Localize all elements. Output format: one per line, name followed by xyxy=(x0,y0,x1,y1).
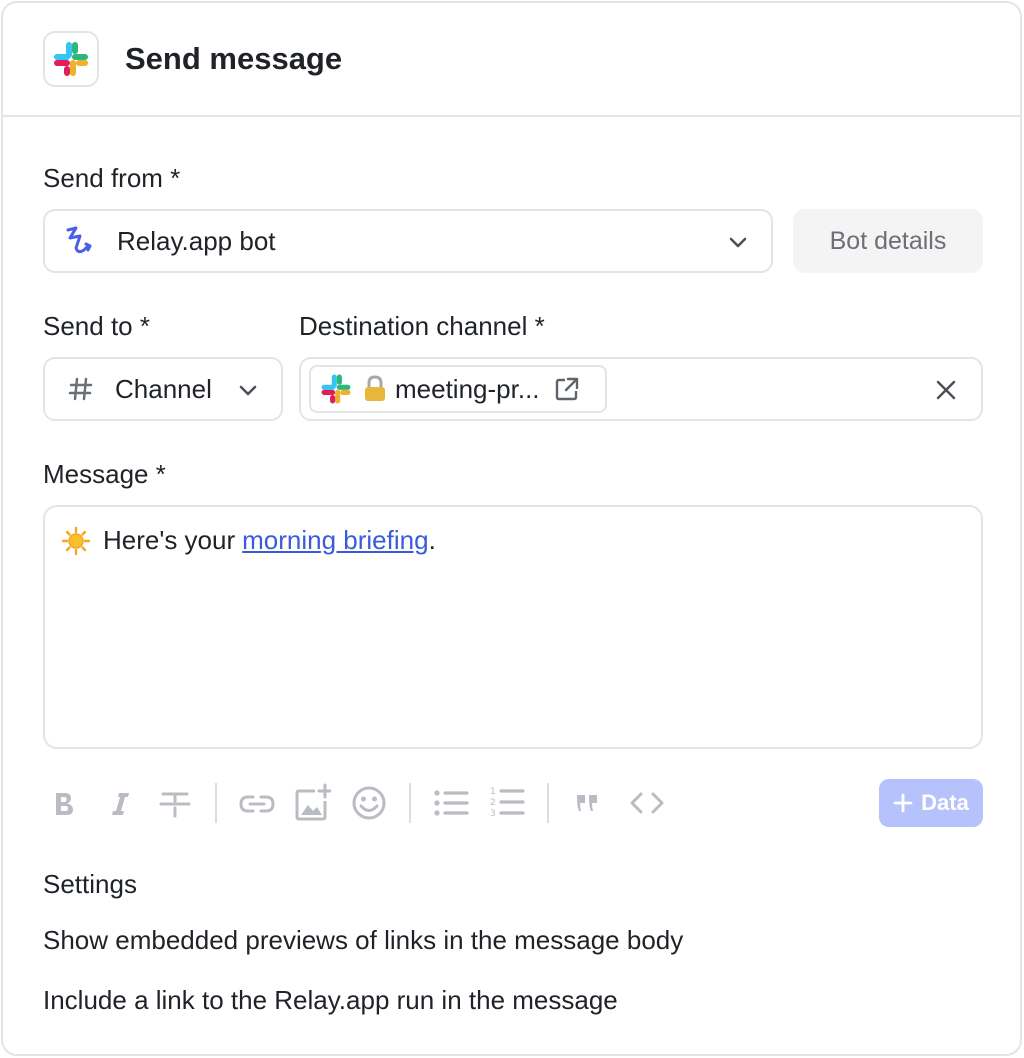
bullet-list-icon[interactable] xyxy=(431,785,471,821)
setting-embedded-previews[interactable]: Show embedded previews of links in the m… xyxy=(43,925,683,956)
bold-icon[interactable] xyxy=(49,787,79,821)
send-from-value: Relay.app bot xyxy=(117,225,276,256)
send-to-select[interactable]: Channel xyxy=(43,357,283,421)
send-from-select[interactable]: Relay.app bot xyxy=(43,209,773,273)
svg-text:2: 2 xyxy=(490,798,496,808)
quote-icon[interactable] xyxy=(573,789,603,817)
panel-header: Send message xyxy=(3,3,1020,117)
svg-text:3: 3 xyxy=(490,809,496,819)
settings-heading: Settings xyxy=(43,869,137,899)
link-icon[interactable] xyxy=(237,787,277,821)
send-to-label: Send to * xyxy=(43,311,150,341)
send-message-panel: Send message Send from * Relay.app bot B… xyxy=(1,1,1022,1056)
send-to-value: Channel xyxy=(115,373,212,404)
emoji-icon[interactable] xyxy=(349,783,389,823)
bot-details-button[interactable]: Bot details xyxy=(793,209,983,273)
lock-icon xyxy=(363,375,387,403)
svg-text:1: 1 xyxy=(490,787,496,797)
toolbar-divider xyxy=(547,783,549,823)
setting-include-run-link[interactable]: Include a link to the Relay.app run in t… xyxy=(43,985,618,1016)
sun-emoji-icon xyxy=(61,526,91,556)
external-link-icon[interactable] xyxy=(554,376,580,402)
numbered-list-icon[interactable]: 123 xyxy=(487,783,527,821)
message-editor[interactable]: Here's your morning briefing . xyxy=(43,505,983,749)
message-content: Here's your morning briefing . xyxy=(61,525,436,556)
strikethrough-icon[interactable] xyxy=(157,787,193,821)
page-title: Send message xyxy=(125,41,343,76)
add-data-button[interactable]: Data xyxy=(879,779,983,827)
chevron-down-icon xyxy=(237,379,259,401)
morning-briefing-link[interactable]: morning briefing xyxy=(242,525,428,556)
message-text-after: . xyxy=(428,525,436,555)
message-text-before: Here's your xyxy=(103,525,236,555)
slack-icon xyxy=(43,31,99,87)
toolbar-divider xyxy=(215,783,217,823)
channel-chip-label: meeting-pr... xyxy=(395,373,540,404)
add-image-icon[interactable] xyxy=(293,781,333,823)
italic-icon[interactable] xyxy=(105,787,135,821)
destination-channel-field[interactable]: meeting-pr... xyxy=(299,357,983,421)
close-icon[interactable] xyxy=(935,379,957,401)
code-icon[interactable] xyxy=(627,789,667,817)
plus-icon xyxy=(893,793,913,813)
toolbar-divider xyxy=(409,783,411,823)
destination-channel-label: Destination channel * xyxy=(299,311,545,341)
channel-chip[interactable]: meeting-pr... xyxy=(309,365,607,413)
chevron-down-icon xyxy=(727,231,749,253)
relay-app-icon xyxy=(63,223,99,259)
slack-icon xyxy=(319,372,353,406)
add-data-label: Data xyxy=(921,790,969,815)
hash-icon xyxy=(63,371,99,407)
send-from-label: Send from * xyxy=(43,163,181,193)
message-label: Message * xyxy=(43,459,166,489)
